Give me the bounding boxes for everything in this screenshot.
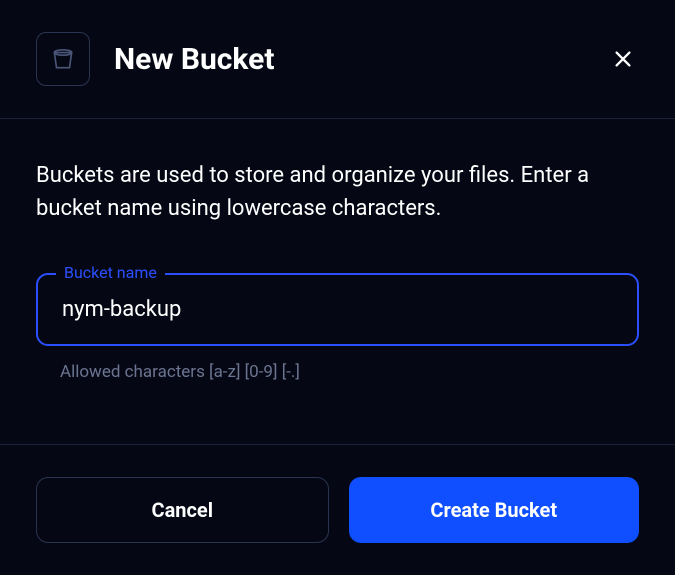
bucket-name-field: Bucket name (36, 273, 639, 346)
dialog-footer: Cancel Create Bucket (0, 445, 675, 575)
close-icon (612, 48, 634, 70)
dialog-body: Buckets are used to store and organize y… (0, 119, 675, 445)
close-button[interactable] (607, 43, 639, 75)
dialog-description: Buckets are used to store and organize y… (36, 159, 639, 225)
dialog-title: New Bucket (114, 42, 607, 77)
bucket-icon (50, 46, 76, 72)
create-bucket-button[interactable]: Create Bucket (349, 477, 640, 543)
bucket-name-label: Bucket name (56, 263, 165, 282)
cancel-button[interactable]: Cancel (36, 477, 329, 543)
new-bucket-dialog: New Bucket Buckets are used to store and… (0, 0, 675, 575)
dialog-header: New Bucket (0, 0, 675, 119)
bucket-icon-box (36, 32, 90, 86)
bucket-name-help: Allowed characters [a-z] [0-9] [-.] (36, 362, 639, 382)
bucket-name-input[interactable] (36, 273, 639, 346)
